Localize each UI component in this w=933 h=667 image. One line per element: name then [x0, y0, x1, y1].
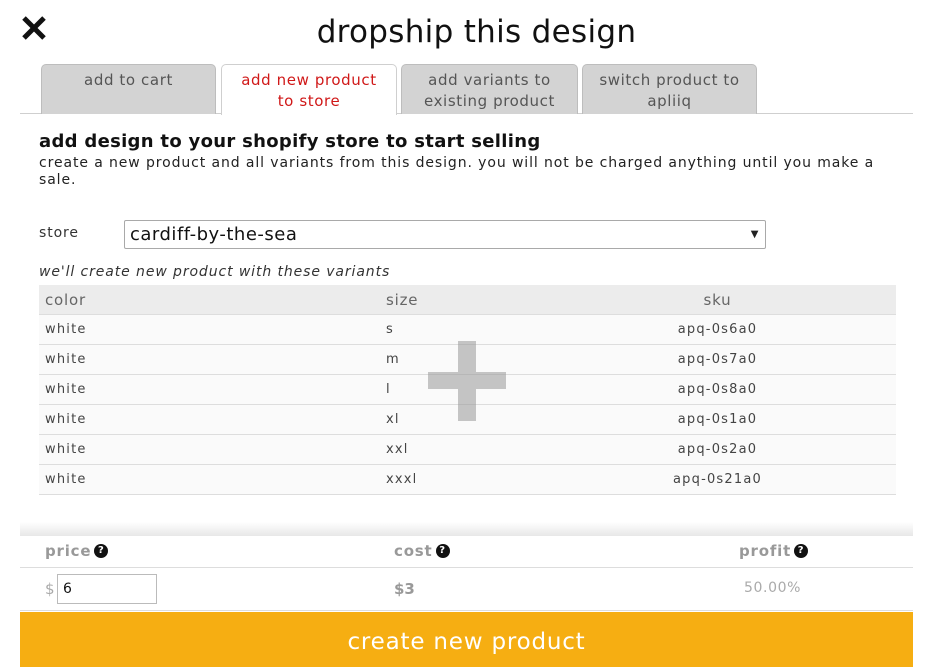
plus-icon [428, 341, 506, 421]
profit-label: profit? [739, 542, 809, 560]
column-header-size: size [386, 291, 419, 309]
tab-label-line2: to store [277, 92, 341, 110]
dropdown-arrow-icon: ▼ [750, 229, 759, 240]
table-row: white xxxl apq-0s21a0 [39, 465, 896, 495]
tab-add-to-cart[interactable]: add to cart [41, 64, 216, 114]
price-help-icon[interactable]: ? [94, 544, 109, 558]
cell-color: white [45, 382, 87, 397]
cell-sku: apq-0s6a0 [677, 322, 758, 337]
tab-label-line2: existing product [424, 92, 555, 110]
tab-add-variants[interactable]: add variants to existing product [401, 64, 578, 114]
create-new-product-button[interactable]: create new product [20, 612, 913, 667]
price-input[interactable] [57, 574, 157, 604]
profit-help-icon[interactable]: ? [794, 544, 809, 558]
section-description: create a new product and all variants fr… [39, 155, 875, 188]
cost-label-text: cost [394, 542, 433, 560]
column-header-sku: sku [703, 291, 732, 309]
cost-label: cost? [394, 542, 450, 560]
cell-size: xxl [386, 442, 409, 457]
price-label: price? [45, 542, 109, 560]
cell-sku: apq-0s8a0 [677, 382, 758, 397]
cell-color: white [45, 322, 87, 337]
pricing-values: $ $3 50.00% [20, 568, 913, 611]
cell-size: l [386, 382, 391, 397]
variants-caption: we'll create new product with these vari… [39, 264, 391, 280]
tab-label-line1: add to cart [84, 71, 173, 89]
cost-value: $3 [394, 580, 415, 598]
store-label: store [39, 225, 79, 241]
profit-label-text: profit [739, 542, 792, 560]
section-heading: add design to your shopify store to star… [39, 131, 541, 152]
tab-add-new-product[interactable]: add new product to store [221, 64, 397, 115]
store-select[interactable]: cardiff-by-the-sea ▼ [124, 220, 766, 249]
tab-label-line1: add new product [241, 71, 377, 89]
tab-bar: add to cart add new product to store add… [20, 63, 913, 115]
tab-label-line2: apliiq [647, 92, 692, 110]
cell-size: m [386, 352, 400, 367]
cell-color: white [45, 352, 87, 367]
cell-sku: apq-0s21a0 [673, 472, 762, 487]
tab-label-line1: add variants to [428, 71, 551, 89]
cost-help-icon[interactable]: ? [435, 544, 450, 558]
price-label-text: price [45, 542, 92, 560]
tab-switch-product[interactable]: switch product to apliiq [582, 64, 757, 114]
cell-sku: apq-0s2a0 [677, 442, 758, 457]
tab-label-line1: switch product to [599, 71, 740, 89]
cell-size: xl [386, 412, 400, 427]
column-header-color: color [45, 291, 86, 309]
page-title: dropship this design [316, 14, 637, 50]
cell-color: white [45, 442, 87, 457]
cell-size: xxxl [386, 472, 418, 487]
cell-color: white [45, 472, 87, 487]
pricing-section: price? cost? profit? $ $3 50.00% [20, 536, 913, 612]
cell-color: white [45, 412, 87, 427]
pricing-header: price? cost? profit? [20, 536, 913, 568]
profit-value: 50.00% [744, 580, 801, 596]
cell-sku: apq-0s7a0 [677, 352, 758, 367]
cell-sku: apq-0s1a0 [677, 412, 758, 427]
cell-size: s [386, 322, 394, 337]
currency-symbol: $ [45, 580, 55, 598]
store-selected-value: cardiff-by-the-sea [130, 224, 298, 245]
section-divider [20, 522, 913, 536]
table-header-row: color size sku [39, 285, 896, 315]
table-row: white xxl apq-0s2a0 [39, 435, 896, 465]
